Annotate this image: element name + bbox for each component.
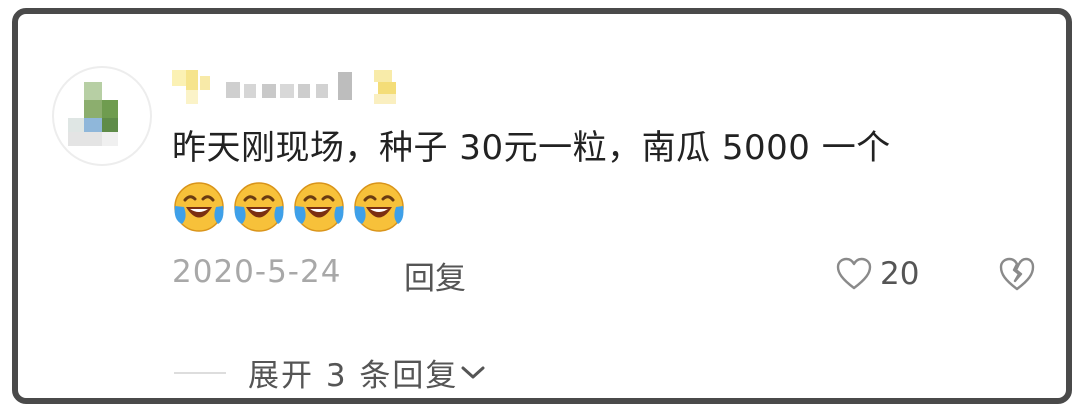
comment-date: 2020-5-24 — [172, 254, 342, 290]
like-count: 20 — [880, 256, 920, 292]
like-button[interactable]: 20 — [836, 254, 919, 294]
comment-text: 昨天刚现场，种子 30元一粒，南瓜 5000 一个 — [172, 128, 891, 168]
laughing-crying-emoji-icon — [354, 182, 404, 232]
avatar[interactable] — [52, 66, 152, 166]
dislike-button[interactable] — [998, 256, 1036, 296]
laughing-crying-emoji-icon — [174, 182, 224, 232]
broken-heart-icon — [999, 257, 1035, 291]
expand-replies-button[interactable]: 展开 3 条回复 — [248, 350, 486, 395]
laughing-crying-emoji-icon — [294, 182, 344, 232]
reply-divider — [174, 372, 226, 374]
comment-card: 昨天刚现场，种子 30元一粒，南瓜 5000 一个 2020-5-24 回复 2… — [12, 8, 1072, 404]
heart-icon — [836, 257, 872, 290]
reply-button[interactable]: 回复 — [404, 253, 466, 298]
chevron-down-icon — [461, 366, 485, 378]
expand-replies-label: 展开 3 条回复 — [248, 358, 459, 394]
laughing-crying-emoji-icon — [234, 182, 284, 232]
username-censored[interactable] — [172, 62, 432, 108]
